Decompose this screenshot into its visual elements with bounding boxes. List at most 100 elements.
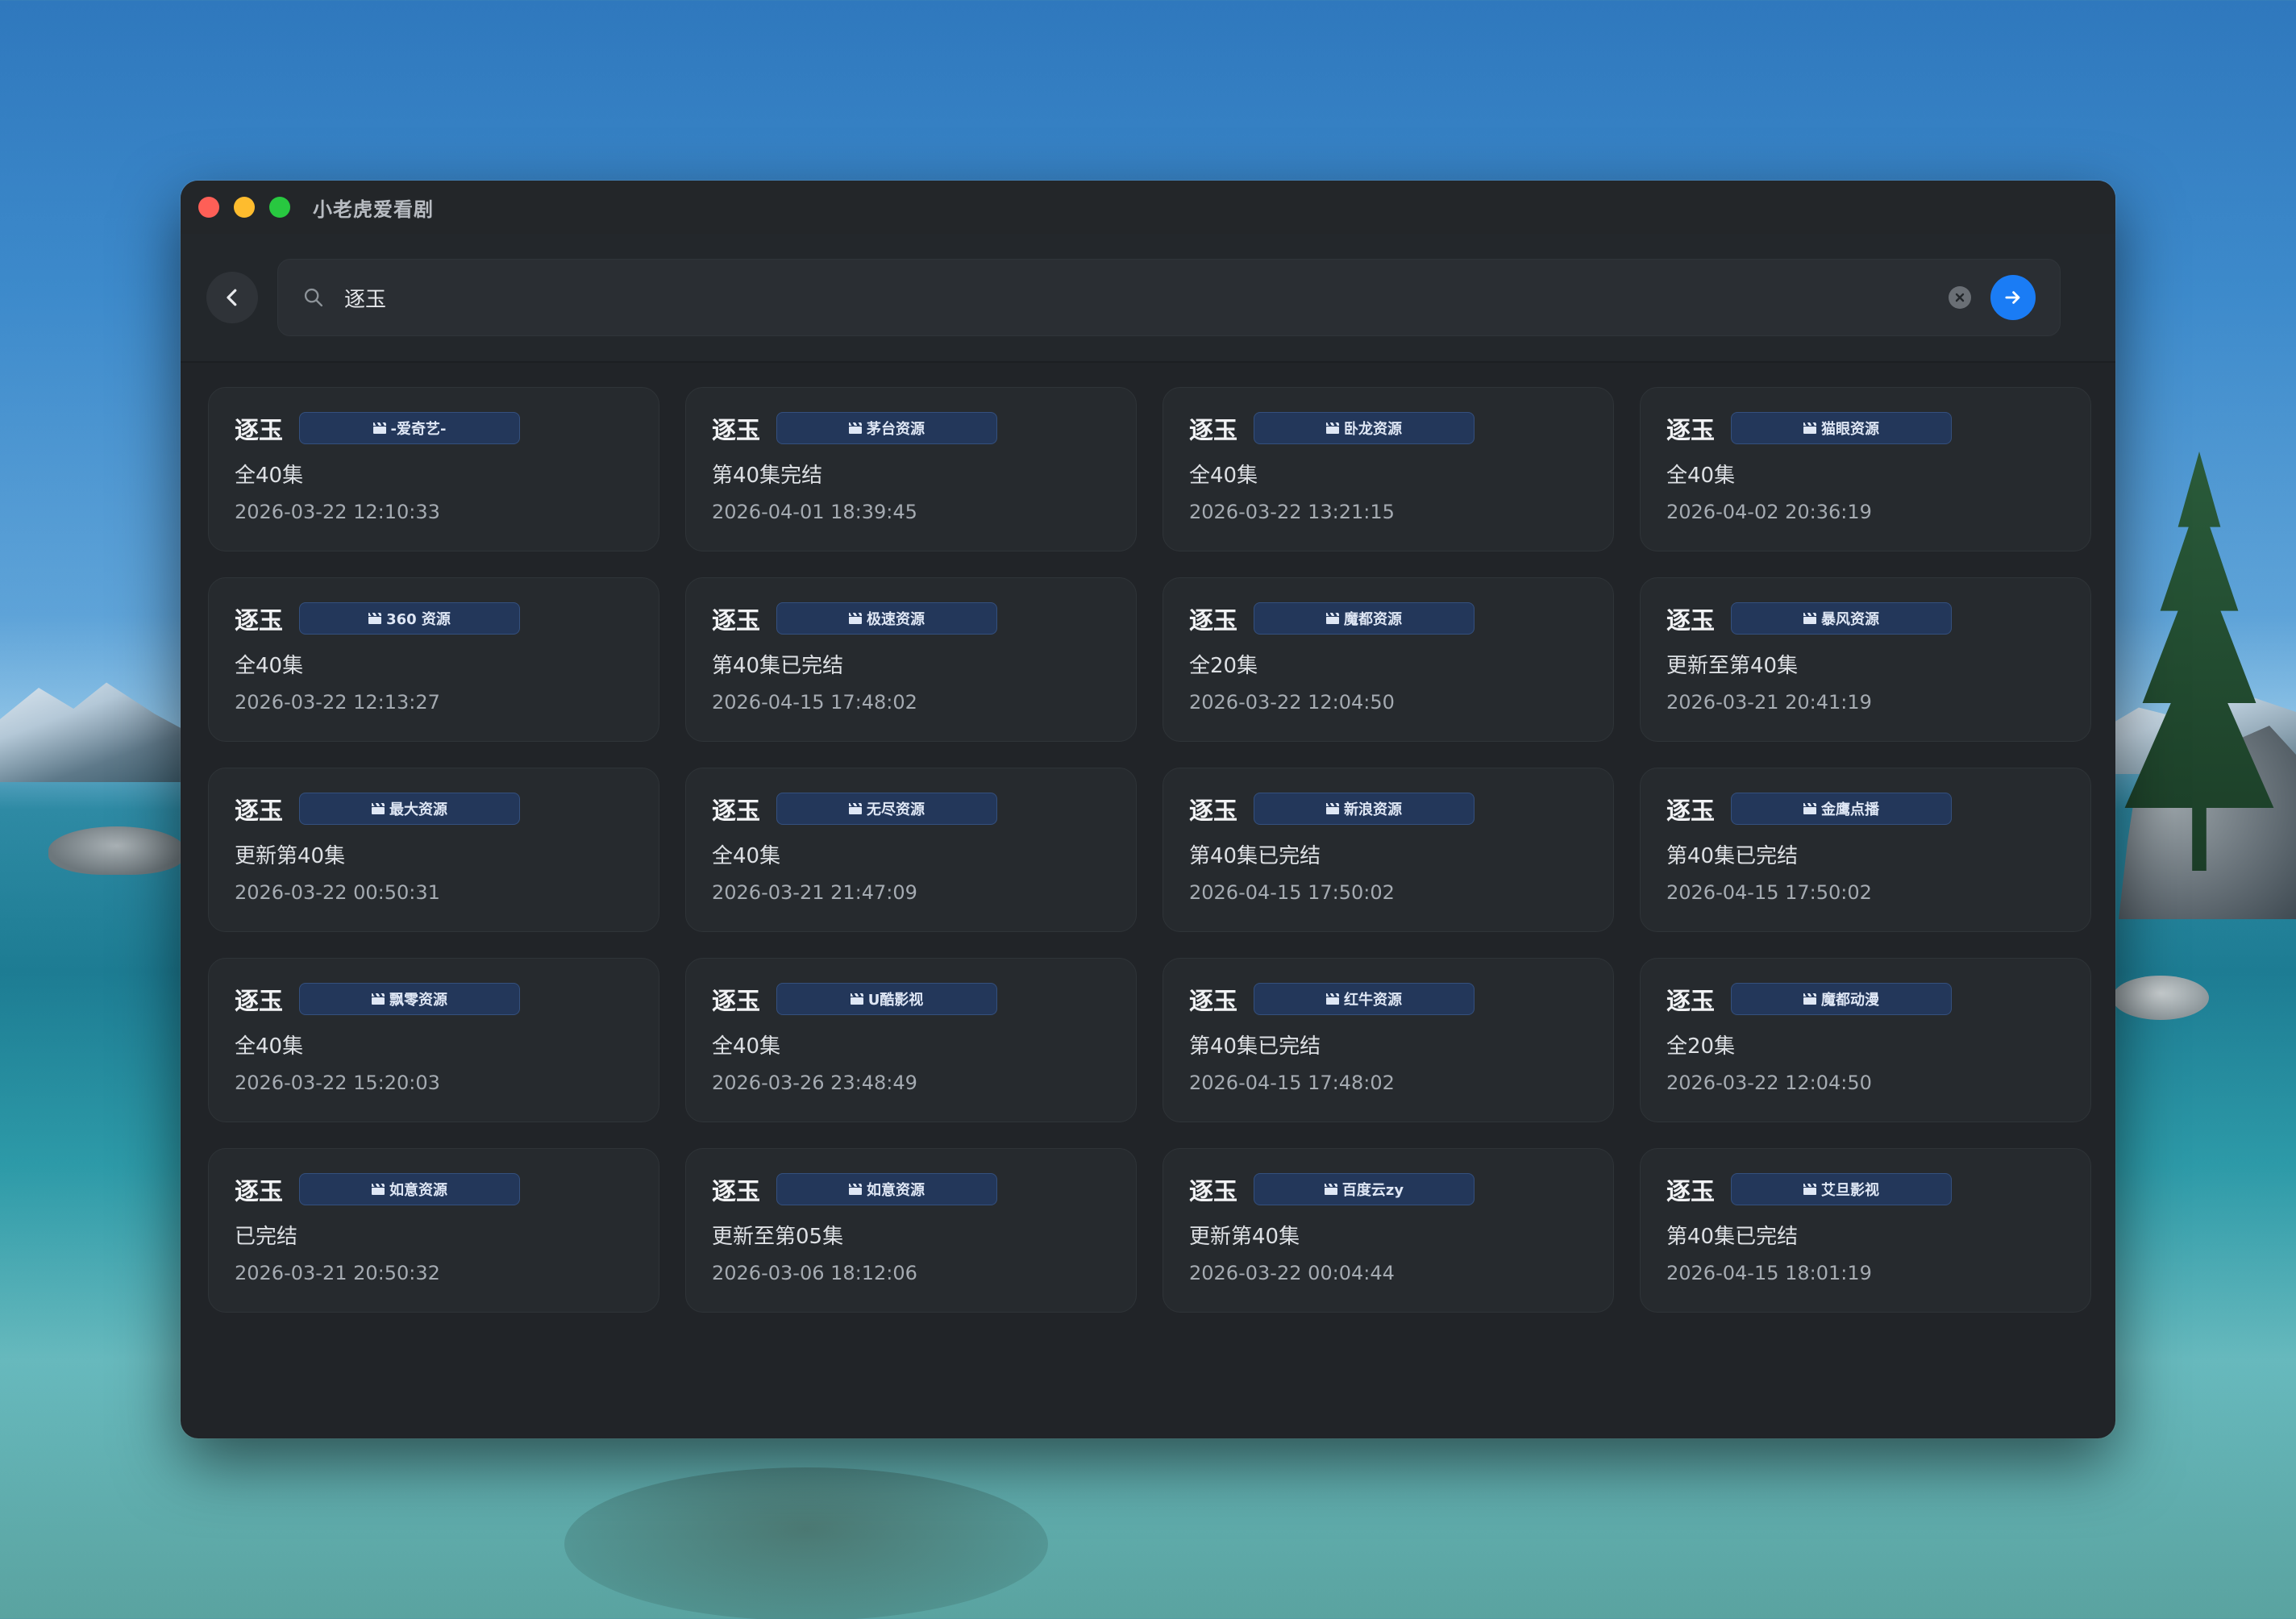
- search-box[interactable]: [277, 259, 2061, 336]
- result-card[interactable]: 逐玉 百度云zy 更新第40集 2026-03-22 00:04:44: [1163, 1148, 1614, 1313]
- clapperboard-icon: [1803, 613, 1818, 624]
- episode-status: 第40集已完结: [1189, 844, 1321, 868]
- source-badge: 飘零资源: [299, 983, 520, 1015]
- zoom-window-button[interactable]: [269, 197, 290, 218]
- source-badge: 新浪资源: [1254, 793, 1475, 825]
- results-grid: 逐玉 -爱奇艺- 全40集 2026-03-22 12:10:33 逐玉 茅台资源 …: [208, 387, 2091, 1313]
- result-card[interactable]: 逐玉 暴风资源 更新至第40集 2026-03-21 20:41:19: [1640, 577, 2091, 742]
- search-submit-button[interactable]: [1990, 275, 2036, 320]
- result-title: 逐玉: [235, 1178, 283, 1206]
- episode-status: 已完结: [235, 1225, 298, 1249]
- result-card[interactable]: 逐玉 360 资源 全40集 2026-03-22 12:13:27: [208, 577, 659, 742]
- source-name: 茅台资源: [867, 421, 925, 438]
- result-card[interactable]: 逐玉 最大资源 更新第40集 2026-03-22 00:50:31: [208, 768, 659, 932]
- clear-circle-icon: [1955, 293, 1965, 302]
- result-card[interactable]: 逐玉 飘零资源 全40集 2026-03-22 15:20:03: [208, 958, 659, 1122]
- result-card[interactable]: 逐玉 U酷影视 全40集 2026-03-26 23:48:49: [685, 958, 1137, 1122]
- episode-status: 更新至第40集: [1666, 654, 1799, 678]
- clapperboard-icon: [849, 422, 863, 434]
- result-title: 逐玉: [235, 607, 283, 635]
- source-badge: 无尽资源: [776, 793, 997, 825]
- source-name: 魔都资源: [1344, 611, 1402, 628]
- back-button[interactable]: [206, 272, 258, 323]
- source-badge: 金鹰点播: [1731, 793, 1952, 825]
- close-window-button[interactable]: [198, 197, 219, 218]
- update-time: 2026-04-15 17:50:02: [1666, 881, 1872, 904]
- update-time: 2026-03-21 21:47:09: [712, 881, 917, 904]
- result-card[interactable]: 逐玉 魔都资源 全20集 2026-03-22 12:04:50: [1163, 577, 1614, 742]
- source-badge: 茅台资源: [776, 412, 997, 444]
- update-time: 2026-03-21 20:41:19: [1666, 691, 1872, 714]
- episode-status: 全40集: [712, 844, 781, 868]
- update-time: 2026-03-22 15:20:03: [235, 1072, 440, 1094]
- source-badge: 艾旦影视: [1731, 1173, 1952, 1205]
- clapperboard-icon: [1803, 993, 1818, 1005]
- source-name: 如意资源: [867, 1182, 925, 1199]
- result-title: 逐玉: [712, 988, 760, 1016]
- result-card[interactable]: 逐玉 新浪资源 第40集已完结 2026-04-15 17:50:02: [1163, 768, 1614, 932]
- result-card[interactable]: 逐玉 如意资源 更新至第05集 2026-03-06 18:12:06: [685, 1148, 1137, 1313]
- clapperboard-icon: [1324, 1184, 1339, 1195]
- clapperboard-icon: [849, 1184, 863, 1195]
- clapperboard-icon: [1326, 993, 1341, 1005]
- episode-status: 全40集: [235, 1034, 304, 1059]
- update-time: 2026-04-15 17:48:02: [1189, 1072, 1395, 1094]
- episode-status: 全20集: [1666, 1034, 1736, 1059]
- source-name: 360 资源: [386, 611, 451, 628]
- source-badge: 卧龙资源: [1254, 412, 1475, 444]
- update-time: 2026-03-22 12:04:50: [1666, 1072, 1872, 1094]
- result-title: 逐玉: [235, 417, 283, 445]
- episode-status: 全40集: [712, 1034, 781, 1059]
- result-title: 逐玉: [1666, 797, 1715, 826]
- source-badge: 360 资源: [299, 602, 520, 635]
- minimize-window-button[interactable]: [234, 197, 255, 218]
- result-card[interactable]: 逐玉 魔都动漫 全20集 2026-03-22 12:04:50: [1640, 958, 2091, 1122]
- source-badge: 魔都动漫: [1731, 983, 1952, 1015]
- result-title: 逐玉: [712, 607, 760, 635]
- result-card[interactable]: 逐玉 猫眼资源 全40集 2026-04-02 20:36:19: [1640, 387, 2091, 551]
- episode-status: 全40集: [235, 654, 304, 678]
- result-title: 逐玉: [1666, 988, 1715, 1016]
- source-name: -爱奇艺-: [390, 421, 447, 438]
- update-time: 2026-03-22 12:10:33: [235, 501, 440, 523]
- source-name: 极速资源: [867, 611, 925, 628]
- result-card[interactable]: 逐玉 无尽资源 全40集 2026-03-21 21:47:09: [685, 768, 1137, 932]
- episode-status: 更新至第05集: [712, 1225, 844, 1249]
- result-card[interactable]: 逐玉 如意资源 已完结 2026-03-21 20:50:32: [208, 1148, 659, 1313]
- desktop-mountains-left: [0, 682, 193, 782]
- result-title: 逐玉: [712, 417, 760, 445]
- result-card[interactable]: 逐玉 卧龙资源 全40集 2026-03-22 13:21:15: [1163, 387, 1614, 551]
- result-card[interactable]: 逐玉 艾旦影视 第40集已完结 2026-04-15 18:01:19: [1640, 1148, 2091, 1313]
- source-name: U酷影视: [867, 992, 924, 1009]
- clear-search-button[interactable]: [1949, 286, 1971, 309]
- source-badge: 如意资源: [299, 1173, 520, 1205]
- source-name: 暴风资源: [1821, 611, 1879, 628]
- episode-status: 第40集已完结: [712, 654, 844, 678]
- clapperboard-icon: [368, 613, 383, 624]
- update-time: 2026-03-22 12:04:50: [1189, 691, 1395, 714]
- episode-status: 第40集已完结: [1189, 1034, 1321, 1059]
- app-window: 小老虎爱看剧 逐玉 逐玉 -爱奇艺- 全40集 2026-03-22 12:10…: [181, 181, 2115, 1438]
- search-input[interactable]: [343, 285, 1949, 310]
- source-badge: 暴风资源: [1731, 602, 1952, 635]
- search-toolbar: [181, 234, 2115, 363]
- result-card[interactable]: 逐玉 -爱奇艺- 全40集 2026-03-22 12:10:33: [208, 387, 659, 551]
- window-title: 小老虎爱看剧: [313, 198, 434, 221]
- update-time: 2026-03-21 20:50:32: [235, 1262, 440, 1284]
- update-time: 2026-03-22 12:13:27: [235, 691, 440, 714]
- update-time: 2026-03-22 00:04:44: [1189, 1262, 1395, 1284]
- search-icon: [302, 286, 325, 309]
- source-badge: -爱奇艺-: [299, 412, 520, 444]
- result-card[interactable]: 逐玉 茅台资源 第40集完结 2026-04-01 18:39:45: [685, 387, 1137, 551]
- result-title: 逐玉: [712, 1178, 760, 1206]
- result-card[interactable]: 逐玉 极速资源 第40集已完结 2026-04-15 17:48:02: [685, 577, 1137, 742]
- clapperboard-icon: [1803, 803, 1818, 814]
- clapperboard-icon: [372, 422, 388, 434]
- source-name: 新浪资源: [1344, 801, 1402, 818]
- arrow-right-icon: [2005, 291, 2020, 304]
- episode-status: 第40集已完结: [1666, 844, 1799, 868]
- update-time: 2026-03-26 23:48:49: [712, 1072, 917, 1094]
- result-card[interactable]: 逐玉 金鹰点播 第40集已完结 2026-04-15 17:50:02: [1640, 768, 2091, 932]
- clapperboard-icon: [1803, 422, 1818, 434]
- result-card[interactable]: 逐玉 红牛资源 第40集已完结 2026-04-15 17:48:02: [1163, 958, 1614, 1122]
